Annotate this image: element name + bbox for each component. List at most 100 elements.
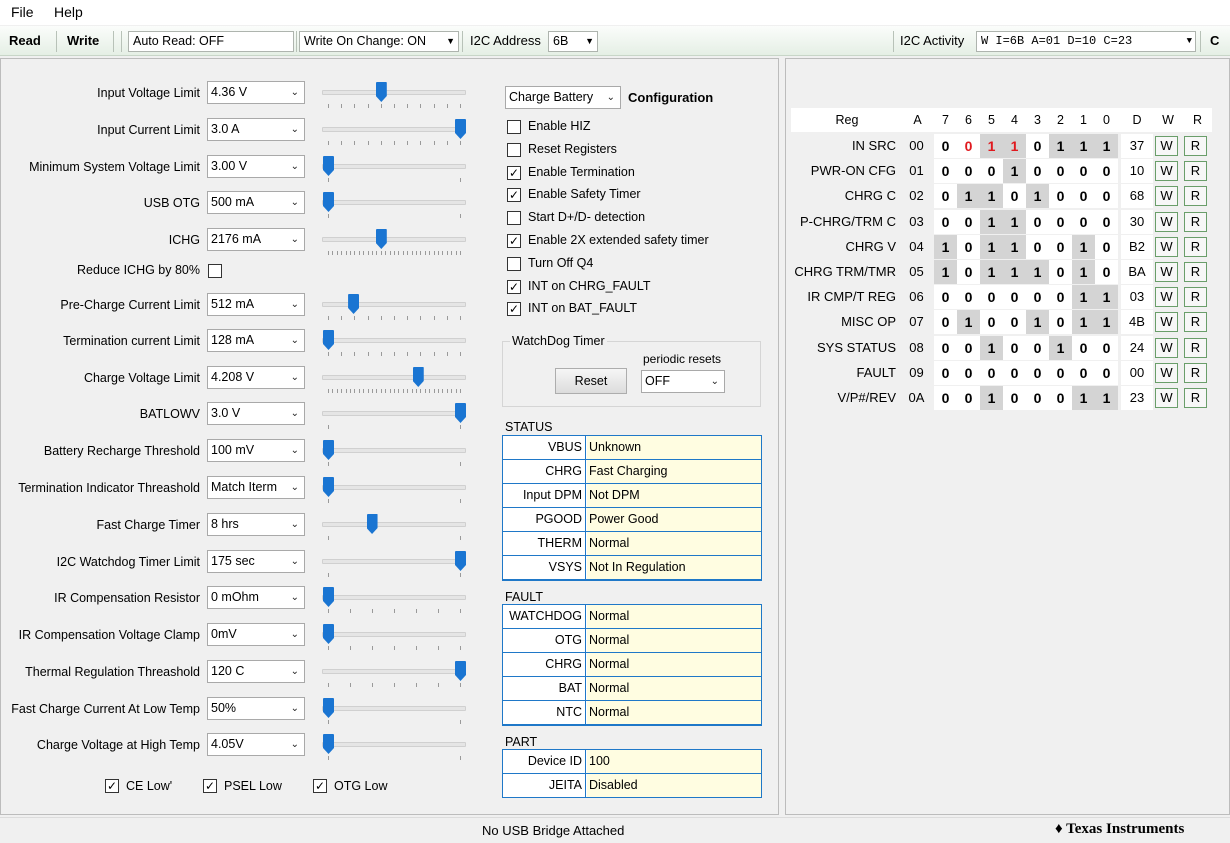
register-bit[interactable]: 0 <box>1072 360 1095 385</box>
register-bit[interactable]: 1 <box>934 260 957 284</box>
register-bit[interactable]: 0 <box>1026 285 1049 310</box>
register-bit[interactable]: 1 <box>980 260 1003 284</box>
register-bit[interactable]: 0 <box>1072 209 1095 234</box>
register-read-button[interactable]: R <box>1184 136 1207 156</box>
register-write-button[interactable]: W <box>1155 287 1178 308</box>
register-bit[interactable]: 1 <box>1049 134 1072 158</box>
register-bit[interactable]: 1 <box>980 386 1003 410</box>
periodic-resets-dropdown[interactable]: OFF ⌄ <box>641 370 725 393</box>
register-bit[interactable]: 1 <box>1072 310 1095 335</box>
register-bit[interactable]: 1 <box>1003 234 1026 259</box>
register-bit[interactable]: 0 <box>1026 209 1049 234</box>
register-bit[interactable]: 0 <box>957 159 980 184</box>
register-write-button[interactable]: W <box>1155 262 1178 282</box>
register-bit[interactable]: 0 <box>957 134 980 158</box>
register-write-button[interactable]: W <box>1155 186 1178 207</box>
register-bit[interactable]: 0 <box>1095 184 1118 209</box>
setting-dropdown[interactable]: 0mV ⌄ <box>207 623 305 646</box>
register-bit[interactable]: 1 <box>980 234 1003 259</box>
register-write-button[interactable]: W <box>1155 211 1178 232</box>
config-checkbox[interactable]: ✓ <box>507 302 521 317</box>
register-bit[interactable]: 0 <box>1049 159 1072 184</box>
register-bit[interactable]: 0 <box>1095 159 1118 184</box>
register-bit[interactable]: 0 <box>1049 260 1072 284</box>
register-bit[interactable]: 1 <box>1026 310 1049 335</box>
config-checkbox[interactable] <box>507 142 521 157</box>
register-write-button[interactable]: W <box>1155 362 1178 383</box>
register-read-button[interactable]: R <box>1184 362 1207 383</box>
setting-dropdown[interactable]: 3.0 A ⌄ <box>207 118 305 141</box>
register-bit[interactable]: 0 <box>957 234 980 259</box>
register-read-button[interactable]: R <box>1184 186 1207 207</box>
register-bit[interactable]: 0 <box>957 335 980 360</box>
register-bit[interactable]: 1 <box>1095 310 1118 335</box>
register-bit[interactable]: 1 <box>934 234 957 259</box>
register-bit[interactable]: 0 <box>1072 335 1095 360</box>
setting-dropdown[interactable]: 4.05V ⌄ <box>207 733 305 756</box>
register-bit[interactable]: 0 <box>1049 310 1072 335</box>
register-bit[interactable]: 1 <box>1049 335 1072 360</box>
register-bit[interactable]: 0 <box>980 285 1003 310</box>
register-bit[interactable]: 0 <box>1026 386 1049 410</box>
register-read-button[interactable]: R <box>1184 337 1207 358</box>
config-checkbox[interactable] <box>507 120 521 134</box>
register-bit[interactable]: 0 <box>1049 184 1072 209</box>
register-bit[interactable]: 0 <box>934 209 957 234</box>
setting-dropdown[interactable]: 4.36 V ⌄ <box>207 81 305 104</box>
config-checkbox[interactable] <box>507 211 521 226</box>
register-read-button[interactable]: R <box>1184 161 1207 182</box>
register-bit[interactable]: 1 <box>1026 184 1049 209</box>
register-bit[interactable]: 0 <box>1049 234 1072 259</box>
register-write-button[interactable]: W <box>1155 388 1178 408</box>
register-bit[interactable]: 0 <box>1095 335 1118 360</box>
register-read-button[interactable]: R <box>1184 312 1207 333</box>
config-checkbox[interactable]: ✓ <box>507 279 521 294</box>
setting-dropdown[interactable]: Match Iterm ⌄ <box>207 476 305 499</box>
config-checkbox[interactable]: ✓ <box>507 165 521 180</box>
register-bit[interactable]: 1 <box>1072 285 1095 310</box>
menu-help[interactable]: Help <box>54 4 83 20</box>
register-bit[interactable]: 0 <box>1049 386 1072 410</box>
register-bit[interactable]: 0 <box>1095 360 1118 385</box>
charge-mode-dropdown[interactable]: Charge Battery ⌄ <box>505 86 621 109</box>
register-bit[interactable]: 0 <box>934 134 957 158</box>
register-bit[interactable]: 1 <box>980 134 1003 158</box>
register-bit[interactable]: 0 <box>1049 285 1072 310</box>
setting-dropdown[interactable]: 120 C ⌄ <box>207 660 305 683</box>
register-bit[interactable]: 0 <box>1003 310 1026 335</box>
reduce-ichg-checkbox[interactable] <box>208 264 222 278</box>
register-bit[interactable]: 0 <box>1049 209 1072 234</box>
register-bit[interactable]: 0 <box>1026 335 1049 360</box>
register-bit[interactable]: 0 <box>1003 386 1026 410</box>
register-bit[interactable]: 1 <box>1003 209 1026 234</box>
register-bit[interactable]: 0 <box>934 335 957 360</box>
register-write-button[interactable]: W <box>1155 236 1178 257</box>
bottom-checkbox[interactable]: ✓ <box>105 779 119 793</box>
register-write-button[interactable]: W <box>1155 312 1178 333</box>
register-bit[interactable]: 0 <box>957 209 980 234</box>
watchdog-reset-button[interactable]: Reset <box>555 368 627 394</box>
register-bit[interactable]: 1 <box>957 184 980 209</box>
c-button[interactable]: C <box>1210 26 1219 56</box>
register-bit[interactable]: 0 <box>980 159 1003 184</box>
register-bit[interactable]: 0 <box>1003 285 1026 310</box>
register-bit[interactable]: 1 <box>1003 134 1026 158</box>
register-bit[interactable]: 1 <box>980 184 1003 209</box>
register-write-button[interactable]: W <box>1155 161 1178 182</box>
register-bit[interactable]: 0 <box>1003 184 1026 209</box>
register-read-button[interactable]: R <box>1184 236 1207 257</box>
register-bit[interactable]: 0 <box>957 260 980 284</box>
register-bit[interactable]: 0 <box>957 386 980 410</box>
register-bit[interactable]: 0 <box>1026 234 1049 259</box>
register-write-button[interactable]: W <box>1155 337 1178 358</box>
i2c-address-dropdown[interactable]: 6B ▼ <box>548 31 598 52</box>
auto-read-dropdown[interactable]: Auto Read: OFF <box>128 31 294 52</box>
register-bit[interactable]: 1 <box>1095 134 1118 158</box>
setting-dropdown[interactable]: 500 mA ⌄ <box>207 191 305 214</box>
setting-dropdown[interactable]: 4.208 V ⌄ <box>207 366 305 389</box>
setting-dropdown[interactable]: 50% ⌄ <box>207 697 305 720</box>
setting-dropdown[interactable]: 0 mOhm ⌄ <box>207 586 305 609</box>
read-button[interactable]: Read <box>9 26 41 56</box>
register-bit[interactable]: 0 <box>934 285 957 310</box>
register-read-button[interactable]: R <box>1184 388 1207 408</box>
